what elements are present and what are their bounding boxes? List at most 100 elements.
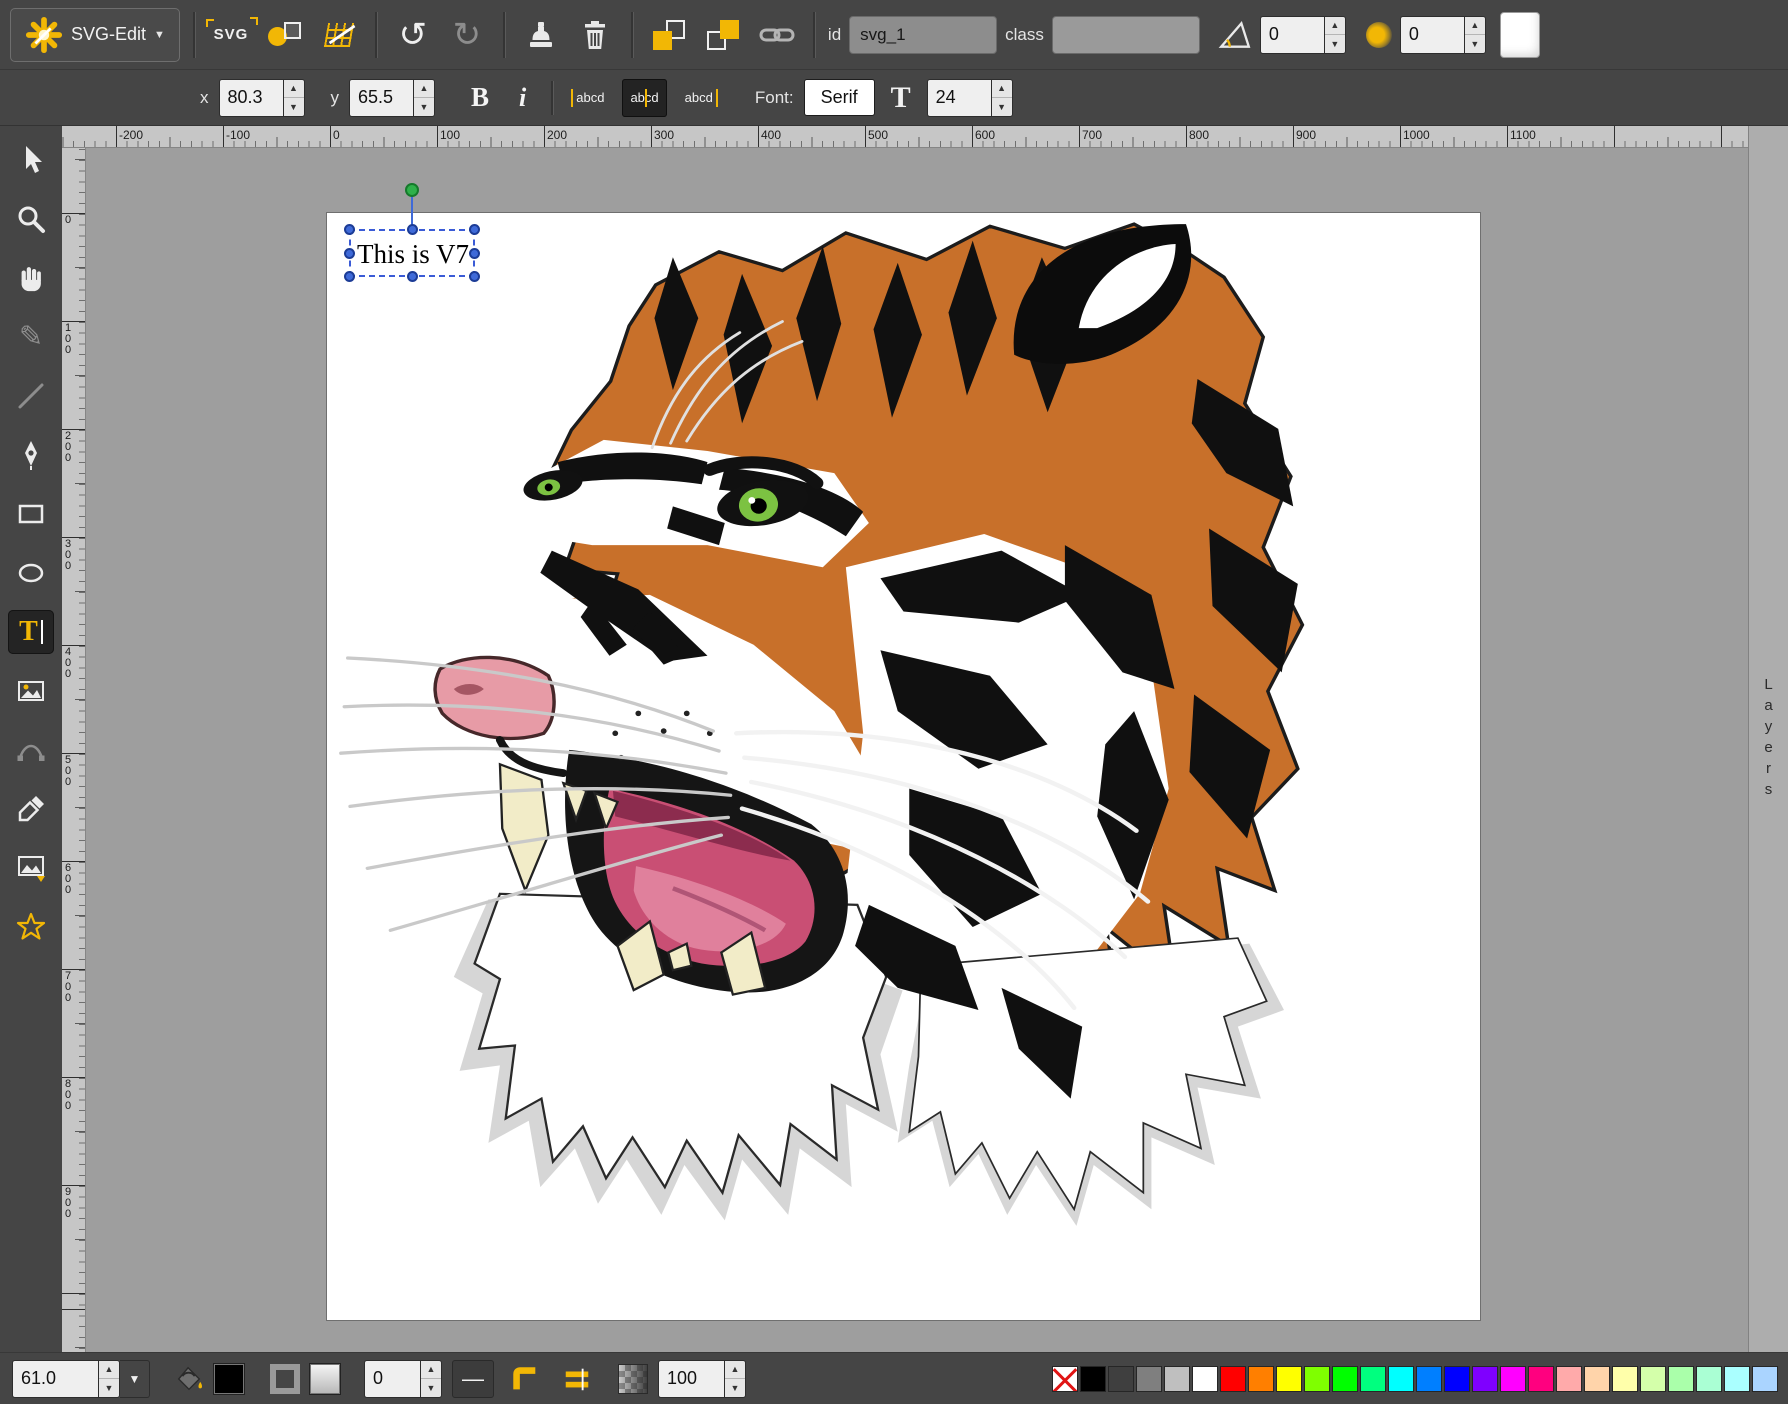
text-anchor-start-button[interactable]: abcd [568,79,612,117]
move-to-top-button[interactable] [700,12,746,58]
palette-swatch[interactable] [1248,1366,1274,1392]
italic-button[interactable]: i [509,81,536,115]
font-size-input[interactable]: 24 [927,79,991,117]
main-menu-button[interactable]: SVG-Edit ▼ [10,8,180,62]
tool-line[interactable] [8,374,54,418]
make-link-button[interactable] [754,12,800,58]
resize-handle-w[interactable] [344,248,355,259]
tool-pencil[interactable]: ✎ [8,315,54,359]
zoom-input[interactable]: 61.0 [12,1360,98,1398]
resize-handle-n[interactable] [407,224,418,235]
svg-canvas[interactable]: This is V7 [327,213,1480,1320]
undo-button[interactable]: ↺ [390,12,436,58]
palette-swatch[interactable] [1724,1366,1750,1392]
y-decrement-button[interactable]: ▼ [414,98,434,116]
palette-swatch[interactable] [1416,1366,1442,1392]
opacity-decrement-button[interactable]: ▼ [725,1379,745,1397]
tool-import-image[interactable] [8,846,54,890]
palette-swatch-none[interactable] [1052,1366,1078,1392]
tool-shape-library[interactable] [8,905,54,949]
palette-swatch[interactable] [1500,1366,1526,1392]
palette-swatch[interactable] [1612,1366,1638,1392]
move-to-bottom-button[interactable] [646,12,692,58]
resize-handle-e[interactable] [469,248,480,259]
stroke-color-swatch[interactable] [310,1364,340,1394]
stroke-width-input[interactable]: 0 [364,1360,420,1398]
palette-swatch[interactable] [1444,1366,1470,1392]
resize-handle-se[interactable] [469,271,480,282]
background-color-swatch[interactable] [1500,12,1540,58]
opacity-input[interactable]: 100 [658,1360,724,1398]
palette-swatch[interactable] [1276,1366,1302,1392]
palette-swatch[interactable] [1108,1366,1134,1392]
delete-button[interactable] [572,12,618,58]
tiger-drawing[interactable] [327,213,1480,1320]
angle-decrement-button[interactable]: ▼ [1325,35,1345,53]
palette-swatch[interactable] [1752,1366,1778,1392]
source-editor-button[interactable]: SVG [208,12,254,58]
tool-pan[interactable] [8,256,54,300]
palette-swatch[interactable] [1528,1366,1554,1392]
document-properties-button[interactable] [262,12,308,58]
x-increment-button[interactable]: ▲ [284,80,304,99]
blur-input[interactable]: 0 [1400,16,1464,54]
text-anchor-middle-button[interactable]: abcd [622,79,666,117]
angle-increment-button[interactable]: ▲ [1325,17,1345,36]
palette-swatch[interactable] [1388,1366,1414,1392]
resize-handle-nw[interactable] [344,224,355,235]
tool-image[interactable] [8,669,54,713]
tool-path[interactable] [8,433,54,477]
palette-swatch[interactable] [1332,1366,1358,1392]
tool-eyedropper[interactable] [8,787,54,831]
blur-increment-button[interactable]: ▲ [1465,17,1485,36]
zoom-increment-button[interactable]: ▲ [99,1361,119,1380]
palette-swatch[interactable] [1136,1366,1162,1392]
stroke-linejoin-button[interactable] [504,1358,546,1400]
workarea[interactable]: -200-10001002003004005006007008009001000… [62,126,1748,1352]
palette-swatch[interactable] [1472,1366,1498,1392]
zoom-dropdown-button[interactable]: ▼ [120,1360,150,1398]
redo-button[interactable]: ↻ [444,12,490,58]
element-class-input[interactable] [1052,16,1200,54]
editor-preferences-button[interactable] [316,12,362,58]
rotate-handle-icon[interactable] [405,183,419,197]
angle-input[interactable]: 0 [1260,16,1324,54]
y-increment-button[interactable]: ▲ [414,80,434,99]
font-size-decrement-button[interactable]: ▼ [992,98,1012,116]
palette-swatch[interactable] [1584,1366,1610,1392]
y-input[interactable]: 65.5 [349,79,413,117]
palette-swatch[interactable] [1304,1366,1330,1392]
bold-button[interactable]: B [461,80,499,115]
tool-text[interactable]: T [8,610,54,654]
tool-zoom[interactable] [8,197,54,241]
stroke-dash-button[interactable]: — [452,1360,494,1398]
opacity-increment-button[interactable]: ▲ [725,1361,745,1380]
palette-swatch[interactable] [1220,1366,1246,1392]
x-decrement-button[interactable]: ▼ [284,98,304,116]
x-input[interactable]: 80.3 [219,79,283,117]
palette-swatch[interactable] [1556,1366,1582,1392]
fill-color-swatch[interactable] [214,1364,244,1394]
palette-swatch[interactable] [1640,1366,1666,1392]
clone-button[interactable] [518,12,564,58]
tool-ellipse[interactable] [8,551,54,595]
blur-decrement-button[interactable]: ▼ [1465,35,1485,53]
font-family-button[interactable]: Serif [804,79,875,116]
zoom-decrement-button[interactable]: ▼ [99,1379,119,1397]
stroke-width-decrement-button[interactable]: ▼ [421,1379,441,1397]
resize-handle-ne[interactable] [469,224,480,235]
resize-handle-sw[interactable] [344,271,355,282]
tool-select[interactable] [8,138,54,182]
palette-swatch[interactable] [1164,1366,1190,1392]
palette-swatch[interactable] [1360,1366,1386,1392]
palette-swatch[interactable] [1192,1366,1218,1392]
text-anchor-end-button[interactable]: abcd [677,79,721,117]
layers-panel-toggle[interactable]: Layers [1748,126,1788,1352]
palette-swatch[interactable] [1668,1366,1694,1392]
font-size-increment-button[interactable]: ▲ [992,80,1012,99]
palette-swatch[interactable] [1696,1366,1722,1392]
tool-path-edit[interactable] [8,728,54,772]
stroke-width-increment-button[interactable]: ▲ [421,1361,441,1380]
resize-handle-s[interactable] [407,271,418,282]
stroke-linecap-button[interactable] [556,1358,598,1400]
